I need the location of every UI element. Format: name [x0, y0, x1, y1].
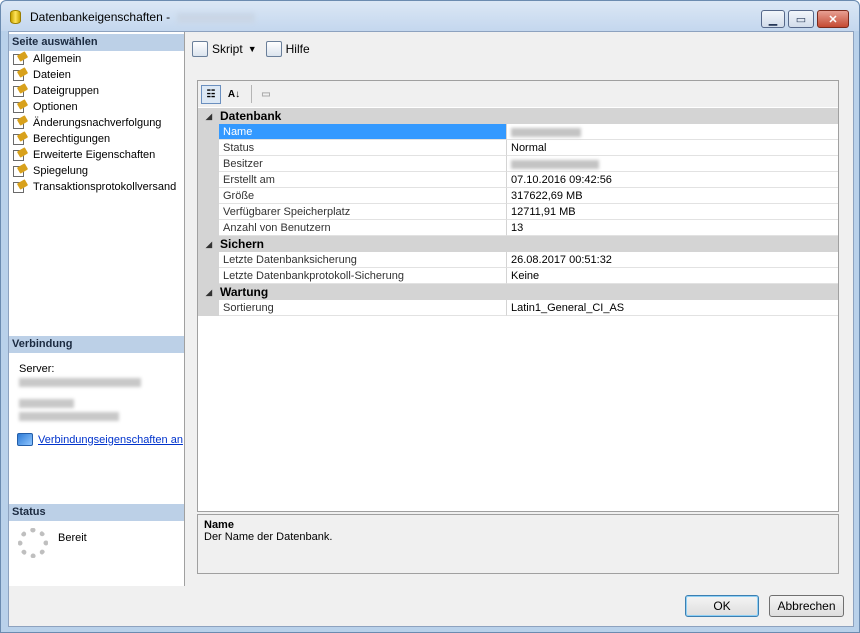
property-grid: ☷ A↓ ▭ ◢ Datenbank Name Status Normal Besi…: [197, 80, 839, 512]
cancel-button[interactable]: Abbrechen: [769, 595, 844, 617]
description-panel: Name Der Name der Datenbank.: [197, 514, 839, 574]
description-title: Name: [204, 519, 234, 531]
property-row-status[interactable]: Status Normal: [198, 140, 838, 156]
help-icon: [265, 41, 282, 57]
property-row-groesse[interactable]: Größe 317622,69 MB: [198, 188, 838, 204]
progress-spinner-icon: [18, 528, 48, 558]
page-icon: [13, 51, 29, 65]
redacted-value: [511, 159, 599, 169]
property-row-letzte-protokoll-sicherung[interactable]: Letzte Datenbankprotokoll-Sicherung Keine: [198, 268, 838, 284]
redacted-value: [511, 127, 581, 137]
connection-header: Verbindung: [9, 336, 184, 353]
collapse-icon[interactable]: ◢: [198, 240, 220, 249]
category-datenbank[interactable]: ◢ Datenbank: [198, 108, 838, 124]
property-row-erstellt-am[interactable]: Erstellt am 07.10.2016 09:42:56: [198, 172, 838, 188]
category-wartung[interactable]: ◢ Wartung: [198, 284, 838, 300]
help-button[interactable]: Hilfe: [265, 41, 310, 57]
collapse-icon[interactable]: ◢: [198, 112, 220, 121]
status-header: Status: [9, 504, 184, 521]
page-item-spiegelung[interactable]: Spiegelung: [13, 163, 88, 179]
property-pages-icon[interactable]: ▭: [256, 85, 276, 104]
property-row-besitzer[interactable]: Besitzer: [198, 156, 838, 172]
dialog-window: Datenbankeigenschaften - ▁ ▭ ✕ Seite aus…: [0, 0, 860, 633]
title-bar[interactable]: Datenbankeigenschaften - ▁ ▭ ✕: [1, 1, 859, 31]
connection-properties-link[interactable]: Verbindungseigenschaften an: [17, 433, 183, 446]
category-sichern[interactable]: ◢ Sichern: [198, 236, 838, 252]
page-item-dateigruppen[interactable]: Dateigruppen: [13, 83, 99, 99]
property-row-letzte-datenbanksicherung[interactable]: Letzte Datenbanksicherung 26.08.2017 00:5…: [198, 252, 838, 268]
page-icon: [13, 179, 29, 193]
page-item-aenderungsnachverfolgung[interactable]: Änderungsnachverfolgung: [13, 115, 161, 131]
page-item-allgemein[interactable]: Allgemein: [13, 51, 81, 67]
connection-icon: [17, 433, 33, 446]
dialog-client: Seite auswählen Allgemein Dateien Dateig…: [8, 31, 854, 627]
redacted-server: [19, 378, 141, 387]
collapse-icon[interactable]: ◢: [198, 288, 220, 297]
script-button[interactable]: Skript ▼: [192, 41, 257, 57]
page-item-erweiterte-eigenschaften[interactable]: Erweiterte Eigenschaften: [13, 147, 155, 163]
categorized-view-icon[interactable]: ☷: [201, 84, 221, 104]
page-item-dateien[interactable]: Dateien: [13, 67, 71, 83]
server-label: Server:: [19, 363, 55, 375]
page-icon: [13, 67, 29, 81]
toolbar: Skript ▼ Hilfe: [186, 34, 854, 64]
minimize-button[interactable]: ▁: [761, 10, 785, 28]
page-item-optionen[interactable]: Optionen: [13, 99, 78, 115]
ok-button[interactable]: OK: [685, 595, 759, 617]
status-text: Bereit: [58, 532, 87, 544]
window-title: Datenbankeigenschaften -: [30, 10, 256, 24]
description-text: Der Name der Datenbank.: [204, 531, 333, 543]
page-icon: [13, 163, 29, 177]
page-icon: [13, 131, 29, 145]
page-icon: [13, 147, 29, 161]
redacted-connection-user: [19, 412, 119, 421]
left-pane: Seite auswählen Allgemein Dateien Dateig…: [9, 32, 185, 586]
select-page-header: Seite auswählen: [9, 34, 184, 51]
redacted-db-name: [177, 12, 256, 23]
property-row-anzahl-benutzer[interactable]: Anzahl von Benutzern 13: [198, 220, 838, 236]
property-value: [507, 156, 838, 172]
page-icon: [13, 115, 29, 129]
page-item-berechtigungen[interactable]: Berechtigungen: [13, 131, 110, 147]
property-row-name[interactable]: Name: [198, 124, 838, 140]
page-icon: [13, 99, 29, 113]
close-button[interactable]: ✕: [817, 10, 849, 28]
property-row-verfuegbarer-speicherplatz[interactable]: Verfügbarer Speicherplatz 12711,91 MB: [198, 204, 838, 220]
property-value: [507, 124, 838, 140]
redacted-connection-label: [19, 399, 74, 408]
page-item-transaktionsprotokollversand[interactable]: Transaktionsprotokollversand: [13, 179, 176, 195]
alphabetical-sort-icon[interactable]: A↓: [224, 85, 244, 104]
script-icon: [192, 41, 208, 57]
grid-toolbar: ☷ A↓ ▭: [198, 81, 838, 107]
database-icon: [10, 10, 21, 24]
page-icon: [13, 83, 29, 97]
maximize-button[interactable]: ▭: [788, 10, 814, 28]
property-row-sortierung[interactable]: Sortierung Latin1_General_CI_AS: [198, 300, 838, 316]
dropdown-arrow-icon[interactable]: ▼: [248, 44, 257, 54]
